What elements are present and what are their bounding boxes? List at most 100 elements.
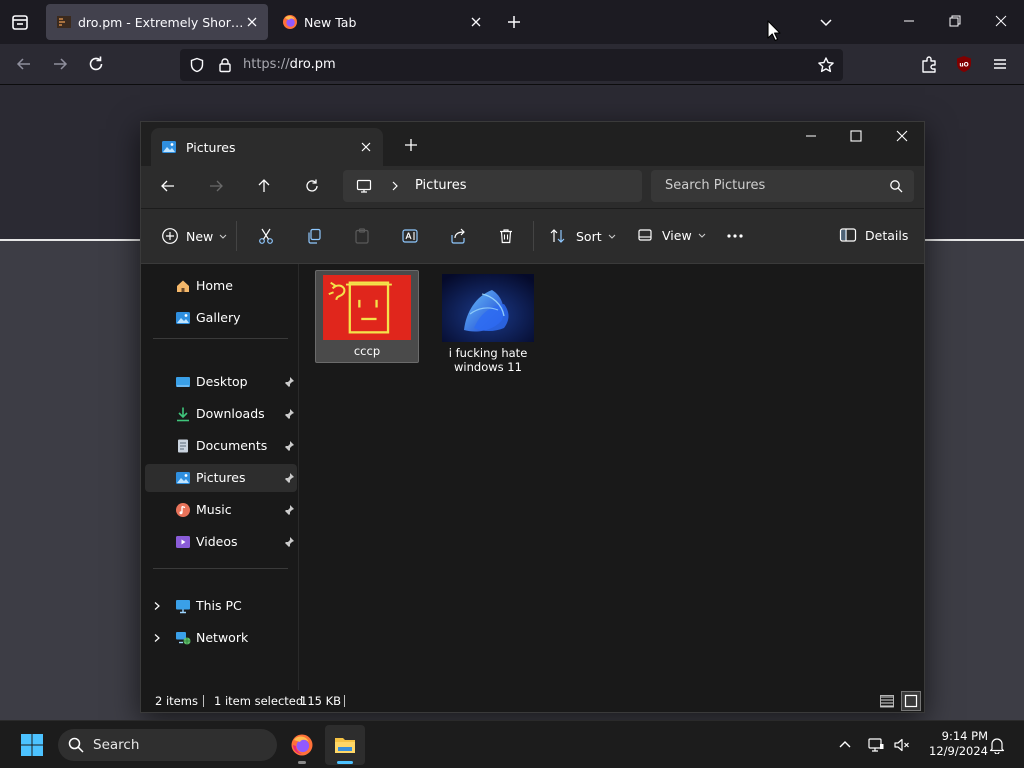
nav-divider: [153, 338, 288, 339]
chevron-down-icon: [219, 234, 227, 239]
home-icon: [177, 280, 189, 292]
nav-item-label: Music: [196, 502, 232, 517]
large-icons-view-icon[interactable]: [901, 691, 921, 711]
browser-minimize-icon[interactable]: [900, 12, 918, 30]
explorer-back-arrow-icon[interactable]: [159, 177, 177, 195]
extensions-puzzle-icon[interactable]: [919, 54, 939, 74]
firefox-view-icon[interactable]: [8, 10, 32, 34]
explorer-up-arrow-icon[interactable]: [255, 177, 273, 195]
file-item-win11[interactable]: i fucking hate windows 11: [436, 270, 540, 378]
pin-icon[interactable]: [283, 376, 295, 388]
explorer-tab-close-icon[interactable]: [359, 140, 373, 154]
explorer-search-box[interactable]: Search Pictures: [651, 170, 914, 202]
nav-item-documents[interactable]: Documents: [145, 432, 297, 460]
bookmark-star-icon[interactable]: [817, 56, 835, 74]
list-all-tabs-chevron-icon[interactable]: [816, 12, 836, 32]
taskbar-clock[interactable]: 9:14 PM 12/9/2024: [916, 729, 988, 759]
browser-tab-new-tab[interactable]: New Tab: [272, 4, 492, 40]
reload-icon[interactable]: [86, 54, 106, 74]
explorer-address-bar[interactable]: Pictures: [343, 170, 642, 202]
lock-icon[interactable]: [217, 57, 233, 73]
tracking-protection-shield-icon[interactable]: [189, 57, 205, 73]
pin-icon[interactable]: [283, 472, 295, 484]
nav-item-network[interactable]: Network: [145, 624, 297, 652]
nav-item-this-pc[interactable]: This PC: [145, 592, 297, 620]
taskbar-file-explorer-app[interactable]: [325, 725, 365, 765]
new-button[interactable]: New: [161, 227, 228, 245]
desktop-icon: [176, 377, 190, 387]
rename-icon[interactable]: [401, 227, 419, 245]
nav-item-pictures[interactable]: Pictures: [145, 464, 297, 492]
new-plus-icon: [162, 228, 178, 244]
file-explorer-folder-icon: [335, 738, 355, 753]
forward-arrow-icon[interactable]: [50, 54, 70, 74]
new-tab-plus-icon[interactable]: [504, 12, 524, 32]
nav-item-desktop[interactable]: Desktop: [145, 368, 297, 396]
delete-trash-icon[interactable]: [497, 227, 515, 245]
gallery-icon: [176, 312, 190, 324]
pin-icon[interactable]: [283, 504, 295, 516]
ublock-origin-icon[interactable]: uO: [954, 54, 974, 74]
file-name: cccp: [353, 344, 381, 358]
clock-time: 9:14 PM: [941, 729, 988, 743]
nav-item-home[interactable]: Home: [145, 272, 297, 300]
breadcrumb-pictures[interactable]: Pictures: [415, 178, 466, 193]
paste-clipboard-icon[interactable]: [353, 227, 371, 245]
cut-scissors-icon[interactable]: [257, 227, 275, 245]
more-options-ellipsis-icon[interactable]: [725, 227, 745, 245]
show-hidden-icons-chevron-up-icon[interactable]: [836, 736, 854, 754]
sort-button[interactable]: Sort: [549, 227, 617, 245]
explorer-new-tab-plus-icon[interactable]: [403, 137, 419, 153]
pictures-icon: [176, 472, 190, 484]
nav-item-music[interactable]: Music: [145, 496, 297, 524]
volume-muted-icon[interactable]: [893, 736, 911, 754]
windows-taskbar: Search 9:14 PM 12/9/2024: [0, 720, 1024, 768]
windows-start-icon[interactable]: [20, 733, 44, 757]
details-pane-button[interactable]: Details: [839, 227, 908, 243]
pictures-folder-icon: [162, 141, 176, 153]
details-view-icon[interactable]: [879, 693, 895, 709]
explorer-tab-pictures[interactable]: Pictures: [151, 128, 383, 166]
windows-11-bloom-thumbnail-image: [442, 274, 534, 342]
explorer-forward-arrow-icon[interactable]: [207, 177, 225, 195]
nav-item-downloads[interactable]: Downloads: [145, 400, 297, 428]
taskbar-search-box[interactable]: Search: [58, 729, 277, 761]
expand-chevron-icon[interactable]: [152, 633, 162, 643]
nav-item-label: Documents: [196, 438, 268, 453]
url-bar[interactable]: https://dro.pm: [180, 49, 843, 81]
tab-close-icon[interactable]: [244, 14, 260, 30]
url-text[interactable]: https://dro.pm: [243, 57, 336, 72]
nav-item-gallery[interactable]: Gallery: [145, 304, 297, 332]
file-item-cccp[interactable]: cccp: [315, 270, 419, 363]
explorer-maximize-icon[interactable]: [848, 128, 864, 144]
share-icon[interactable]: [449, 227, 467, 245]
explorer-address-row: Pictures Search Pictures: [141, 166, 924, 208]
expand-chevron-icon[interactable]: [152, 601, 162, 611]
explorer-minimize-icon[interactable]: [803, 128, 819, 144]
pin-icon[interactable]: [283, 440, 295, 452]
tab-close-icon[interactable]: [468, 14, 484, 30]
notifications-bell-icon[interactable]: [988, 736, 1006, 754]
pin-icon[interactable]: [283, 408, 295, 420]
status-item-count: 2 items: [155, 694, 198, 708]
view-button[interactable]: View: [637, 227, 707, 243]
hamburger-menu-icon[interactable]: [990, 54, 1010, 74]
network-status-icon[interactable]: [867, 736, 885, 754]
music-icon: [176, 503, 190, 517]
file-list-pane[interactable]: cccp i fucking hate windows 11: [299, 264, 924, 690]
videos-icon: [176, 536, 190, 548]
browser-tab-dro-pm[interactable]: dro.pm - Extremely Short Links: [46, 4, 268, 40]
nav-item-videos[interactable]: Videos: [145, 528, 297, 556]
browser-restore-icon[interactable]: [946, 12, 964, 30]
pin-icon[interactable]: [283, 536, 295, 548]
breadcrumb-chevron-icon[interactable]: [389, 180, 401, 192]
copy-icon[interactable]: [305, 227, 323, 245]
nav-item-label: Videos: [196, 534, 238, 549]
explorer-status-bar: 2 items 1 item selected 115 KB: [141, 690, 924, 712]
explorer-close-icon[interactable]: [894, 128, 910, 144]
browser-close-icon[interactable]: [992, 12, 1010, 30]
back-arrow-icon[interactable]: [14, 54, 34, 74]
nav-item-label: Home: [196, 278, 233, 293]
explorer-refresh-icon[interactable]: [303, 177, 321, 195]
taskbar-firefox-app[interactable]: [282, 725, 322, 765]
